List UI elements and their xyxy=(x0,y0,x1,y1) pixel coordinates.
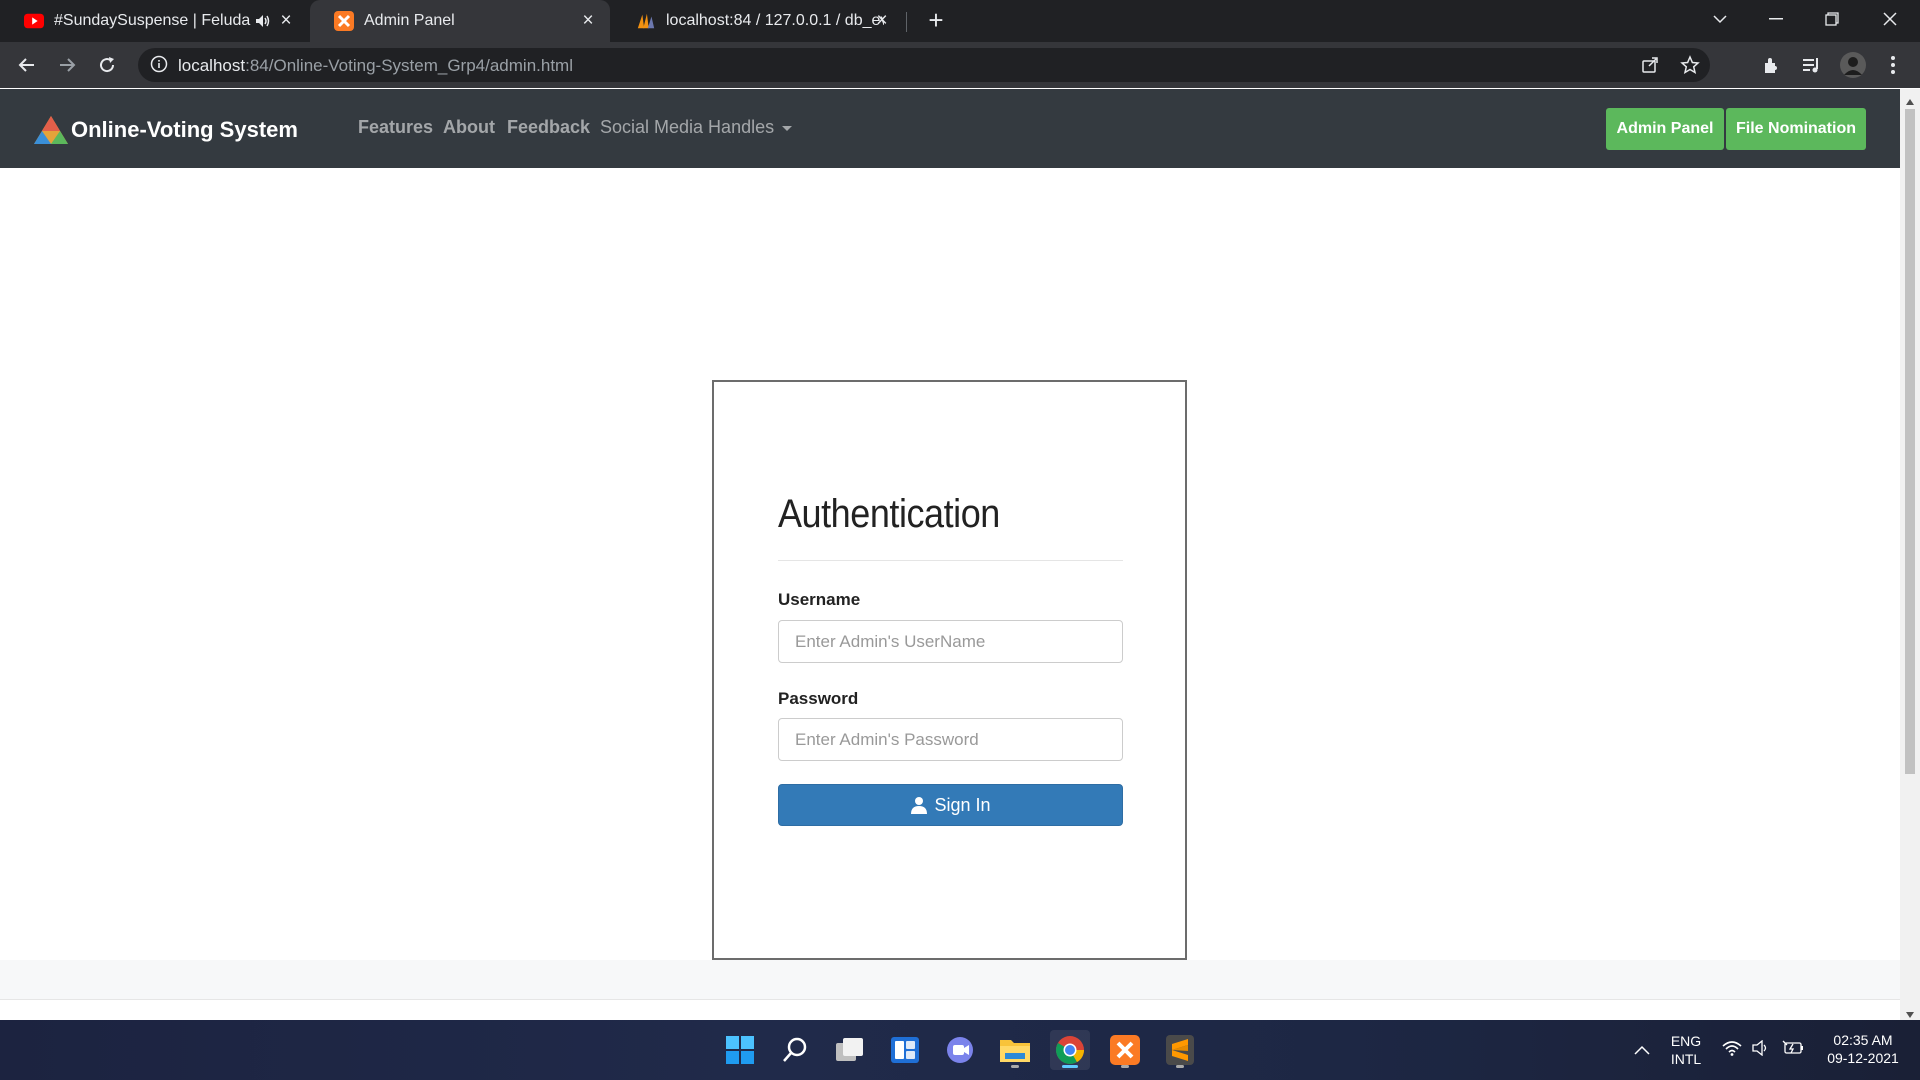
nav-feedback[interactable]: Feedback xyxy=(507,117,590,138)
youtube-icon xyxy=(24,11,44,31)
password-input[interactable] xyxy=(778,718,1123,761)
tab-separator xyxy=(906,12,907,32)
nav-social-label: Social Media Handles xyxy=(600,117,775,137)
lang-top: ENG xyxy=(1670,1033,1702,1049)
bookmark-star-icon[interactable] xyxy=(1680,55,1700,75)
nav-features[interactable]: Features xyxy=(358,117,433,138)
sublime-text-icon[interactable] xyxy=(1160,1030,1200,1070)
page-scrollbar[interactable] xyxy=(1900,89,1920,1020)
new-tab-button[interactable]: + xyxy=(922,7,950,35)
media-control-icon[interactable] xyxy=(1796,50,1826,80)
sign-in-button[interactable]: Sign In xyxy=(778,784,1123,826)
username-label: Username xyxy=(778,590,861,609)
start-icon[interactable] xyxy=(720,1030,760,1070)
chrome-icon[interactable] xyxy=(1050,1030,1090,1070)
url-host: localhost xyxy=(178,56,246,75)
clock[interactable]: 02:35 AM 09-12-2021 xyxy=(1818,1031,1908,1067)
close-icon[interactable]: × xyxy=(578,11,598,31)
active-indicator xyxy=(1062,1065,1078,1068)
task-view-icon[interactable] xyxy=(830,1030,870,1070)
nav-social-dropdown[interactable]: Social Media Handles xyxy=(600,117,793,138)
running-indicator xyxy=(1121,1065,1129,1068)
info-icon[interactable] xyxy=(150,55,170,75)
tab-title: #SundaySuspense | Feluda | xyxy=(54,12,254,29)
page-footer-strip xyxy=(0,960,1900,1000)
speaker-icon[interactable] xyxy=(254,12,272,35)
clock-date: 09-12-2021 xyxy=(1827,1050,1899,1066)
address-bar[interactable]: localhost:84/Online-Voting-System_Grp4/a… xyxy=(138,48,1710,82)
voting-logo-icon xyxy=(33,115,69,145)
lang-bottom: INTL xyxy=(1670,1051,1702,1067)
tab-search-button[interactable] xyxy=(1692,0,1748,38)
password-label: Password xyxy=(778,689,859,708)
nav-about[interactable]: About xyxy=(443,117,495,138)
widgets-icon[interactable] xyxy=(885,1030,925,1070)
admin-panel-button[interactable]: Admin Panel xyxy=(1606,108,1724,150)
tab-phpmyadmin[interactable]: localhost:84 / 127.0.0.1 / db_evot × xyxy=(612,0,904,42)
share-icon[interactable] xyxy=(1640,55,1660,75)
running-indicator xyxy=(1011,1065,1019,1068)
restore-button[interactable] xyxy=(1804,0,1860,38)
tab-admin-panel[interactable]: Admin Panel × xyxy=(310,0,610,42)
tab-title: Admin Panel xyxy=(364,12,455,29)
extensions-icon[interactable] xyxy=(1756,50,1786,80)
forward-button[interactable] xyxy=(52,50,82,80)
search-icon[interactable] xyxy=(775,1030,815,1070)
username-input[interactable] xyxy=(778,620,1123,663)
running-indicator xyxy=(1176,1065,1184,1068)
close-icon[interactable]: × xyxy=(872,11,892,31)
minimize-button[interactable] xyxy=(1748,0,1804,38)
back-button[interactable] xyxy=(12,50,42,80)
auth-card: Authentication Username Password Sign In xyxy=(712,380,1187,960)
scroll-up-icon[interactable] xyxy=(1905,93,1915,105)
caret-down-icon xyxy=(782,125,793,131)
reload-button[interactable] xyxy=(92,50,122,80)
site-navbar: Online-Voting System Features About Feed… xyxy=(0,89,1900,168)
scroll-thumb[interactable] xyxy=(1905,109,1915,774)
divider xyxy=(778,560,1123,561)
file-explorer-icon[interactable] xyxy=(995,1030,1035,1070)
user-icon xyxy=(910,796,928,814)
xampp-icon xyxy=(334,11,354,31)
xampp-taskbar-icon[interactable] xyxy=(1105,1030,1145,1070)
wifi-icon[interactable] xyxy=(1722,1040,1742,1060)
volume-icon[interactable] xyxy=(1752,1039,1770,1060)
url-text[interactable]: localhost:84/Online-Voting-System_Grp4/a… xyxy=(178,56,573,76)
url-path: :84/Online-Voting-System_Grp4/admin.html xyxy=(245,56,573,75)
profile-avatar[interactable] xyxy=(1838,50,1868,80)
phpmyadmin-icon xyxy=(636,11,656,31)
sign-in-label: Sign In xyxy=(934,794,991,815)
menu-kebab-icon[interactable] xyxy=(1878,50,1908,80)
scroll-down-icon[interactable] xyxy=(1905,1006,1915,1018)
browser-tabstrip: #SundaySuspense | Feluda | × Admin Panel… xyxy=(0,0,1920,42)
brand-name: Online-Voting System xyxy=(71,117,298,142)
clock-time: 02:35 AM xyxy=(1833,1032,1893,1048)
windows-taskbar: ENG INTL 02:35 AM 09-12-2021 xyxy=(0,1020,1920,1080)
language-indicator[interactable]: ENG INTL xyxy=(1668,1032,1704,1068)
tray-chevron-up-icon[interactable] xyxy=(1634,1041,1650,1059)
battery-charging-icon[interactable] xyxy=(1782,1040,1804,1060)
teams-chat-icon[interactable] xyxy=(940,1030,980,1070)
file-nomination-button[interactable]: File Nomination xyxy=(1726,108,1866,150)
auth-title: Authentication xyxy=(778,492,1000,536)
close-icon[interactable]: × xyxy=(276,11,296,31)
tab-title: localhost:84 / 127.0.0.1 / db_evot xyxy=(666,12,884,29)
close-window-button[interactable] xyxy=(1862,0,1918,38)
tab-youtube[interactable]: #SundaySuspense | Feluda | × xyxy=(0,0,308,42)
browser-toolbar: localhost:84/Online-Voting-System_Grp4/a… xyxy=(0,42,1920,88)
brand[interactable]: Online-Voting System xyxy=(33,115,298,145)
